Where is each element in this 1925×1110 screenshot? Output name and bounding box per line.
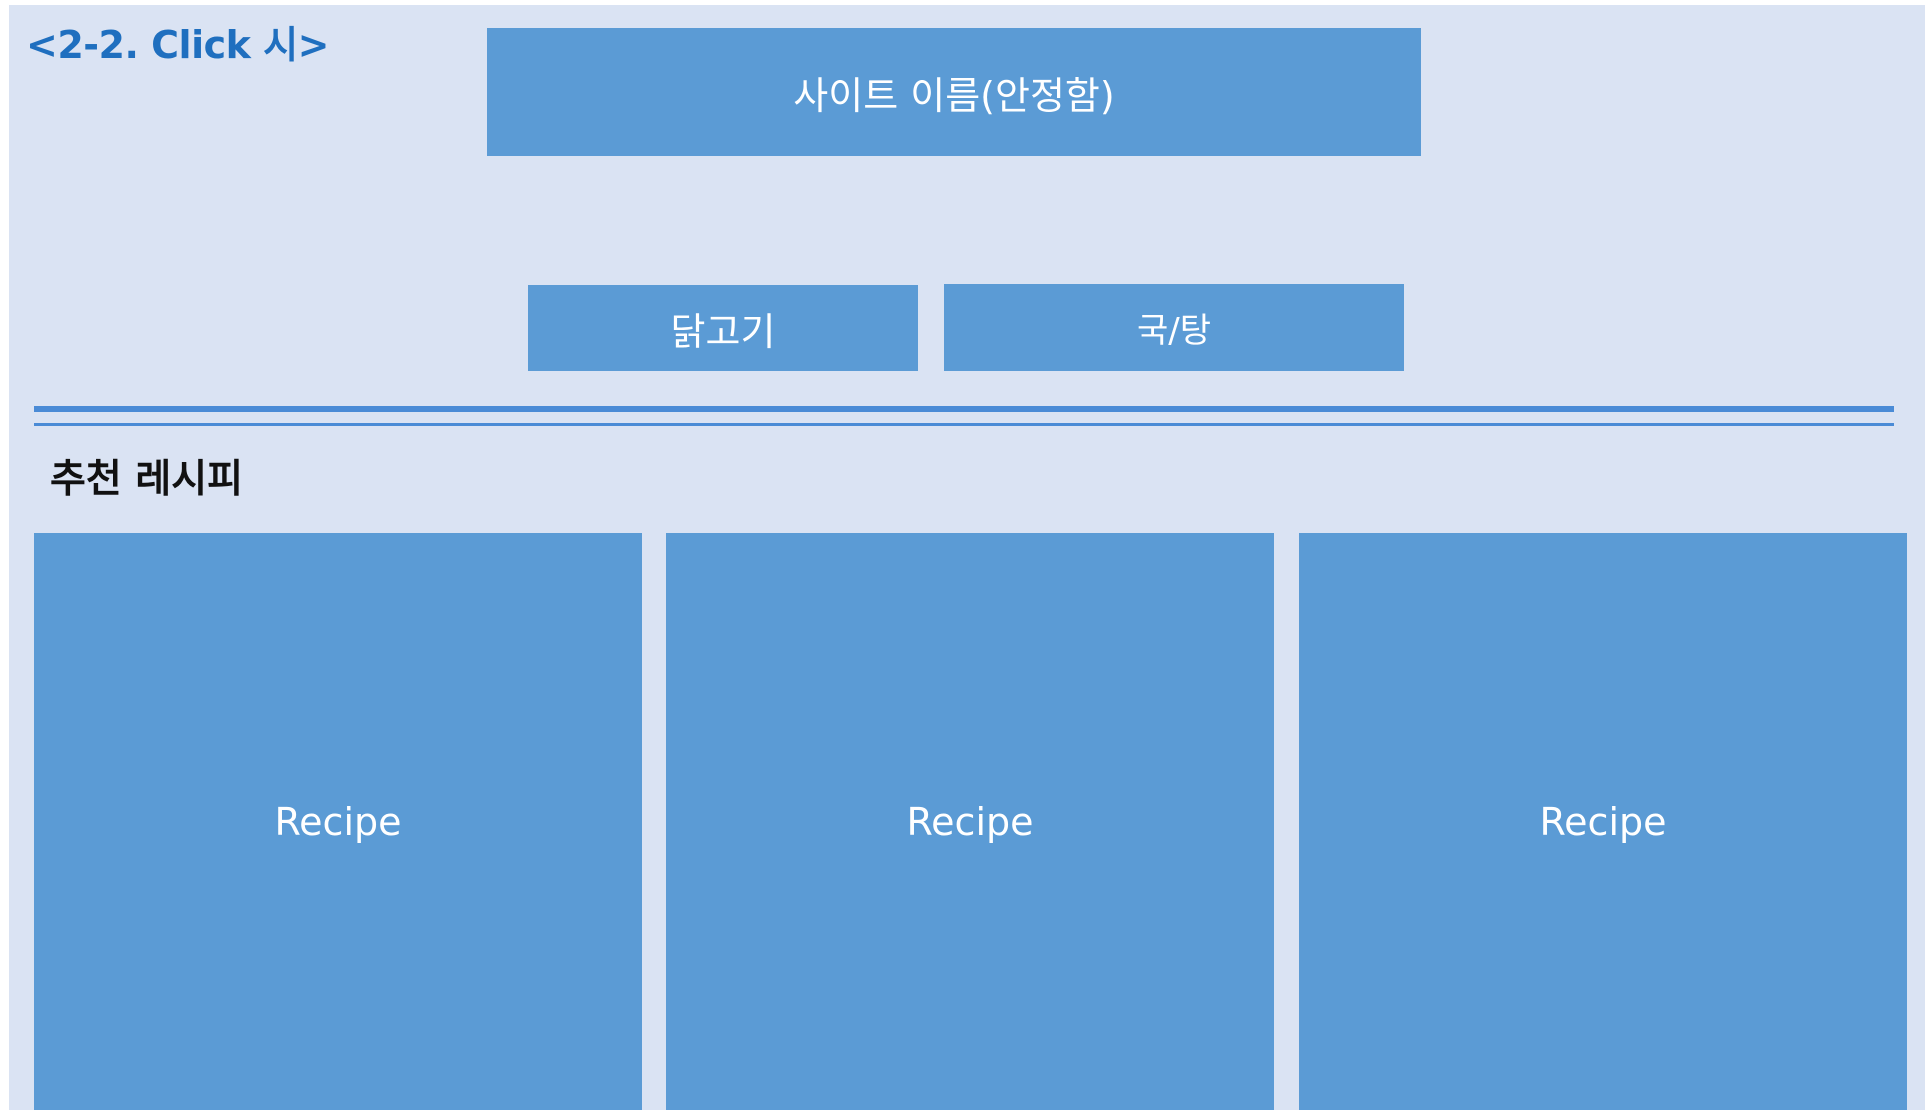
recipe-card-label: Recipe bbox=[1539, 799, 1667, 844]
category-tab-chicken[interactable]: 닭고기 bbox=[528, 285, 918, 371]
recipe-card-label: Recipe bbox=[906, 799, 1034, 844]
slide-canvas: <2-2. Click 시> 사이트 이름(안정함) 닭고기 국/탕 추천 레시… bbox=[9, 5, 1925, 1110]
category-tab-label: 닭고기 bbox=[670, 309, 776, 354]
section-divider-thick bbox=[34, 406, 1894, 412]
site-name-label: 사이트 이름(안정함) bbox=[793, 73, 1115, 118]
recipe-card-list: Recipe Recipe Recipe bbox=[9, 533, 1925, 1110]
recommended-recipes-heading: 추천 레시피 bbox=[50, 457, 243, 502]
recipe-card[interactable]: Recipe bbox=[34, 533, 642, 1110]
category-tab-soup[interactable]: 국/탕 bbox=[944, 284, 1404, 371]
category-tab-label: 국/탕 bbox=[1136, 311, 1211, 351]
recipe-card-label: Recipe bbox=[274, 799, 402, 844]
section-divider-thin bbox=[34, 423, 1894, 426]
slide-title: <2-2. Click 시> bbox=[26, 23, 329, 67]
site-name-banner[interactable]: 사이트 이름(안정함) bbox=[487, 28, 1421, 156]
recipe-card[interactable]: Recipe bbox=[666, 533, 1274, 1110]
recipe-card[interactable]: Recipe bbox=[1299, 533, 1907, 1110]
